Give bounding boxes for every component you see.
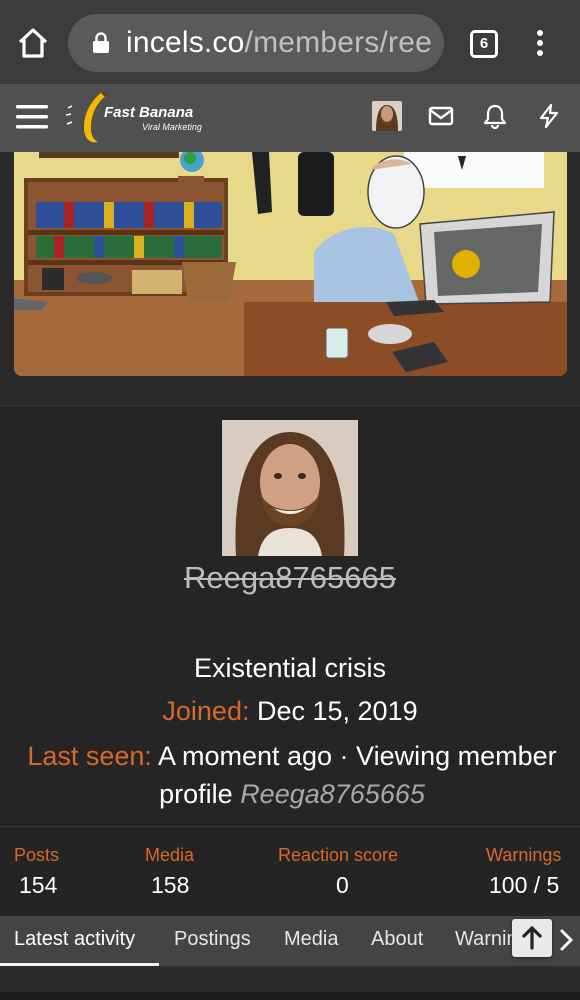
user-avatar[interactable] <box>222 420 358 556</box>
profile-banner-area <box>0 152 580 406</box>
stat-value: 100 / 5 <box>489 872 560 898</box>
member-stats: Posts 154 Media 158 Reaction score 0 War… <box>0 826 580 916</box>
profile-tabs: Latest activity Postings Media About War… <box>0 916 580 966</box>
stat-value: 154 <box>19 872 58 898</box>
content-area-top <box>0 966 580 1000</box>
menu-icon[interactable] <box>16 103 48 131</box>
stat-label: Warnings <box>486 845 562 865</box>
tab-media[interactable]: Media <box>284 928 338 951</box>
last-seen-target-link[interactable]: Reega8765665 <box>240 779 425 809</box>
stat-label: Media <box>145 845 195 865</box>
user-avatar-small[interactable] <box>372 101 402 131</box>
user-title: Existential crisis <box>193 653 387 683</box>
logo-subtitle: Viral Marketing <box>142 122 202 132</box>
stat-warnings[interactable]: Warnings 100 / 5 <box>486 845 561 899</box>
address-bar[interactable]: incels.co/members/ree <box>68 14 444 72</box>
joined-label: Joined: <box>162 696 250 726</box>
joined-value: Dec 15, 2019 <box>256 696 418 726</box>
browser-toolbar: incels.co/members/ree 6 <box>0 0 580 84</box>
mail-icon[interactable] <box>428 103 454 129</box>
chevron-right-icon[interactable] <box>556 928 576 952</box>
bell-icon[interactable] <box>482 103 508 129</box>
overflow-menu-icon[interactable] <box>530 28 550 58</box>
arrow-up-icon <box>522 926 542 950</box>
profile-banner <box>14 152 567 376</box>
lightning-icon[interactable] <box>536 103 562 129</box>
site-logo[interactable]: Fast Banana Viral Marketing <box>66 90 212 146</box>
tab-about[interactable]: About <box>371 928 423 951</box>
joined-info: Joined: Dec 15, 2019 <box>0 696 580 727</box>
stat-value: 0 <box>336 872 349 898</box>
last-seen-label: Last seen: <box>27 741 152 771</box>
stat-media[interactable]: Media 158 <box>145 845 194 899</box>
tabs-icon[interactable]: 6 <box>470 30 498 58</box>
tab-postings[interactable]: Postings <box>174 928 251 951</box>
stat-reaction-score: Reaction score 0 <box>278 845 398 899</box>
lock-icon <box>93 32 109 53</box>
logo-title: Fast Banana <box>104 104 194 121</box>
home-icon[interactable] <box>16 26 50 60</box>
scroll-to-top-button[interactable] <box>512 919 552 957</box>
stat-label: Posts <box>14 845 60 865</box>
stat-label: Reaction score <box>278 845 399 865</box>
last-seen-info: Last seen: A moment ago · Viewing member… <box>14 737 570 813</box>
tab-latest-activity[interactable]: Latest activity <box>14 928 135 951</box>
stat-value: 158 <box>151 872 190 898</box>
url-text: incels.co/members/ree <box>126 26 432 59</box>
stat-posts[interactable]: Posts 154 <box>14 845 59 899</box>
username: Reega8765665 <box>183 560 397 595</box>
